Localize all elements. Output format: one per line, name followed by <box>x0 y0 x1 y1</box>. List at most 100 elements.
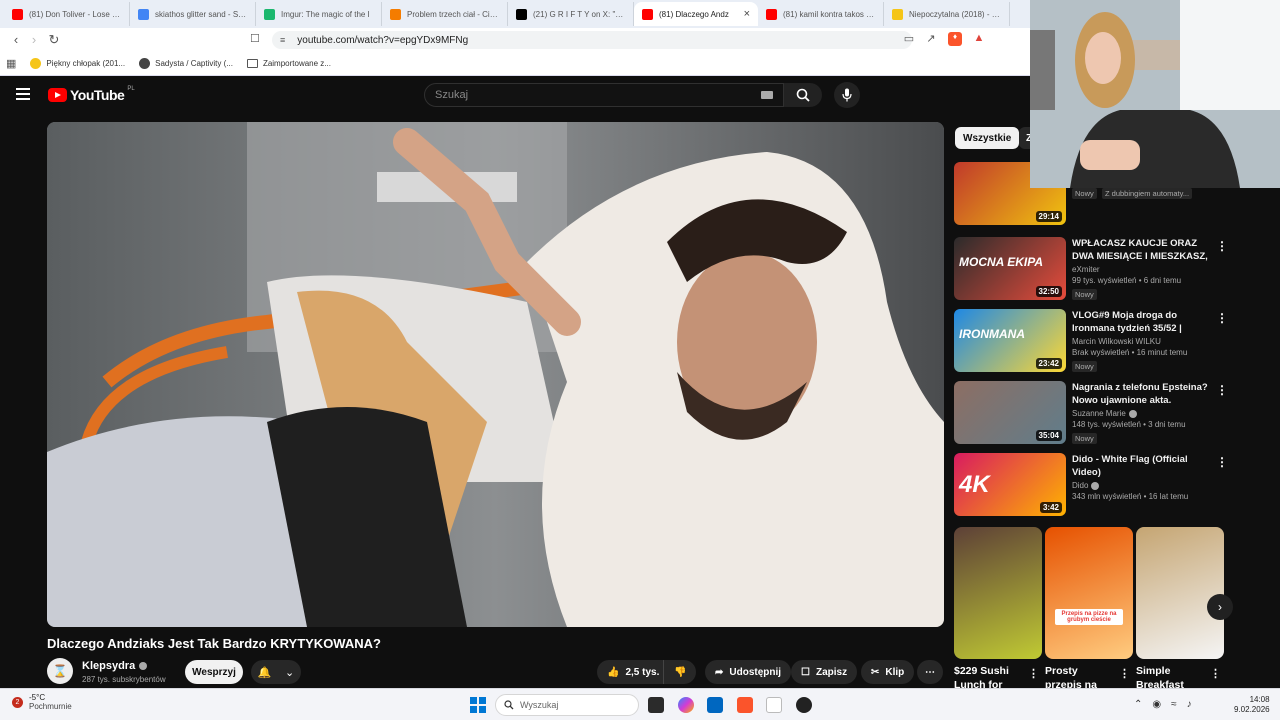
wifi-icon[interactable]: ≈ <box>1171 699 1177 710</box>
recommended-video-title: Dido - White Flag (Official Video) <box>1072 454 1188 478</box>
recommended-video[interactable]: 35:04 Nagrania z telefonu Epsteina? Nowo … <box>954 381 1234 447</box>
volume-icon[interactable]: ♪ <box>1187 699 1192 710</box>
system-clock[interactable]: 14:08 9.02.2026 <box>1234 695 1270 715</box>
tab-favicon-icon <box>642 8 653 20</box>
browser-tab[interactable]: (81) kamil kontra takos - Yo <box>758 2 884 26</box>
search-icon <box>504 700 514 710</box>
like-button[interactable]: 👍 2,5 tys. <box>597 660 670 684</box>
copilot-icon[interactable] <box>678 697 694 713</box>
video-player[interactable] <box>47 122 944 627</box>
subscription-bell-button[interactable]: 🔔 ⌄ <box>251 660 301 684</box>
url-field[interactable]: ≡ youtube.com/watch?v=epgYDx9MFNg <box>272 31 912 49</box>
browser-tab[interactable]: (81) Don Toliver - Lose My <box>4 2 130 26</box>
share-button[interactable]: ➦ Udostępnij <box>705 660 792 684</box>
forward-icon[interactable]: › <box>24 32 44 47</box>
close-tab-icon[interactable]: × <box>744 8 750 20</box>
cast-icon[interactable]: ▭ <box>902 32 916 46</box>
chevron-down-icon: ⌄ <box>285 666 295 679</box>
tab-favicon-icon <box>516 8 527 20</box>
channel-avatar[interactable]: ⌛ <box>47 658 73 684</box>
recommended-channel[interactable]: Suzanne Marie <box>1072 409 1137 418</box>
taskbar-search-input[interactable]: Wyszukaj <box>495 694 639 716</box>
more-options-icon[interactable]: ⋮ <box>1216 239 1228 253</box>
recommended-video[interactable]: 4K 3:42 Dido - White Flag (Official Video)… <box>954 453 1234 519</box>
short-overlay-text: Przepis na pizze na grubym cieście <box>1055 609 1123 625</box>
address-toolbar: ‹ › ↻ ☐ ≡ youtube.com/watch?v=epgYDx9MFN… <box>0 28 1030 52</box>
more-options-icon[interactable]: ⋮ <box>1028 667 1039 680</box>
browser-tab[interactable]: Problem trzech ciał - Cixin <box>382 2 508 26</box>
more-actions-button[interactable]: ⋯ <box>917 660 943 684</box>
recommended-channel-name: Suzanne Marie <box>1072 409 1126 418</box>
video-thumbnail[interactable]: 35:04 <box>954 381 1066 444</box>
recommended-video-meta: 148 tys. wyświetleń • 3 dni temu <box>1072 420 1186 429</box>
more-options-icon[interactable]: ⋮ <box>1216 383 1228 397</box>
video-thumbnail[interactable]: 4K 3:42 <box>954 453 1066 516</box>
short-thumbnail[interactable] <box>954 527 1042 659</box>
weather-widget[interactable]: 2 -5°C Pochmurnie <box>12 693 72 711</box>
bell-icon: 🔔 <box>257 666 272 679</box>
youtube-play-icon <box>48 88 67 102</box>
shorts-next-button[interactable]: › <box>1207 594 1233 620</box>
start-button[interactable] <box>470 697 486 713</box>
recommended-video-title: WPŁACASZ KAUCJE ORAZ DWA MIESIĄCE I MIES… <box>1072 238 1208 262</box>
recommended-channel[interactable]: Marcin Wilkowski WILKU <box>1072 337 1161 346</box>
search-button[interactable] <box>784 83 822 107</box>
more-options-icon[interactable]: ⋮ <box>1216 311 1228 325</box>
location-icon[interactable]: ◉ <box>1152 699 1161 710</box>
more-options-icon[interactable]: ⋮ <box>1119 667 1130 680</box>
video-thumbnail[interactable]: MOCNA EKIPA 32:50 <box>954 237 1066 300</box>
channel-name[interactable]: Klepsydra <box>82 660 148 672</box>
recommended-video-meta: Brak wyświetleń • 16 minut temu <box>1072 348 1188 357</box>
browser-tab[interactable]: (81) Dlaczego Andz × <box>634 2 758 26</box>
browser-tab[interactable]: (21) G R I F T Y on X: "A wo <box>508 2 634 26</box>
clock-date: 9.02.2026 <box>1234 705 1270 714</box>
bookmark-star-icon[interactable]: ☐ <box>250 32 260 45</box>
reload-icon[interactable]: ↻ <box>44 32 64 48</box>
back-icon[interactable]: ‹ <box>6 32 26 47</box>
brave-shield-icon[interactable]: ♦ <box>948 32 962 46</box>
recommended-video[interactable]: MOCNA EKIPA 32:50 WPŁACASZ KAUCJE ORAZ DWA… <box>954 237 1234 303</box>
recommended-video[interactable]: IRONMANA 23:42 VLOG#9 Moja droga do Ironma… <box>954 309 1234 375</box>
support-button[interactable]: Wesprzyj <box>185 660 243 684</box>
bookmark-label: Sadysta / Captivity (... <box>155 59 233 68</box>
search-input[interactable]: Szukaj <box>424 83 784 107</box>
keyboard-icon[interactable] <box>761 91 773 99</box>
bookmark-item[interactable]: Piękny chłopak (201... <box>30 58 125 69</box>
share-icon[interactable]: ↗ <box>924 32 938 46</box>
more-options-icon[interactable]: ⋮ <box>1216 455 1228 469</box>
more-options-icon[interactable]: ⋮ <box>1210 667 1221 680</box>
chevron-up-icon[interactable]: ⌃ <box>1134 699 1142 710</box>
save-label: Zapisz <box>815 666 848 678</box>
video-thumbnail[interactable]: IRONMANA 23:42 <box>954 309 1066 372</box>
brave-rewards-icon[interactable]: ▲ <box>972 32 986 46</box>
voice-search-button[interactable] <box>834 82 860 108</box>
app-icon[interactable] <box>796 697 812 713</box>
dislike-button[interactable]: 👎 <box>663 660 697 684</box>
browser-tab[interactable]: Imgur: The magic of the I <box>256 2 382 26</box>
file-icon[interactable] <box>766 697 782 713</box>
store-icon[interactable] <box>707 697 723 713</box>
clip-button[interactable]: ✂ Klip <box>861 660 915 684</box>
tab-favicon-icon <box>766 8 777 20</box>
weather-description: Pochmurnie <box>29 702 72 711</box>
short-thumbnail[interactable]: Przepis na pizze na grubym cieście <box>1045 527 1133 659</box>
tab-title: (81) kamil kontra takos - Yo <box>783 9 875 19</box>
menu-icon[interactable] <box>16 88 30 100</box>
save-button[interactable]: ☐ Zapisz <box>791 660 858 684</box>
recommended-channel[interactable]: Dido <box>1072 481 1100 490</box>
bookmarks-bar: ▦ Piękny chłopak (201... Sadysta / Capti… <box>0 52 1030 76</box>
site-info-icon[interactable]: ≡ <box>280 35 285 45</box>
apps-grid-icon[interactable]: ▦ <box>6 57 16 70</box>
video-badge: Z dubbingiem automaty... <box>1102 188 1193 199</box>
youtube-logo[interactable]: YouTube PL <box>48 86 135 103</box>
browser-tab[interactable]: Niepoczytalna (2018) - Film <box>884 2 1010 26</box>
bookmark-folder[interactable]: Zaimportowane z... <box>246 59 331 68</box>
brave-browser-icon[interactable] <box>737 697 753 713</box>
recommended-channel[interactable]: eXmiter <box>1072 265 1100 274</box>
bookmark-item[interactable]: Sadysta / Captivity (... <box>139 58 233 69</box>
shorts-shelf: $229 Sushi Lunch for ⋮ Przepis na pizze na… <box>954 527 1224 691</box>
browser-tab[interactable]: skiathos glitter sand - Szuk <box>130 2 256 26</box>
chip-all[interactable]: Wszystkie <box>955 127 1020 149</box>
short-thumbnail[interactable] <box>1136 527 1224 659</box>
task-view-icon[interactable] <box>648 697 664 713</box>
